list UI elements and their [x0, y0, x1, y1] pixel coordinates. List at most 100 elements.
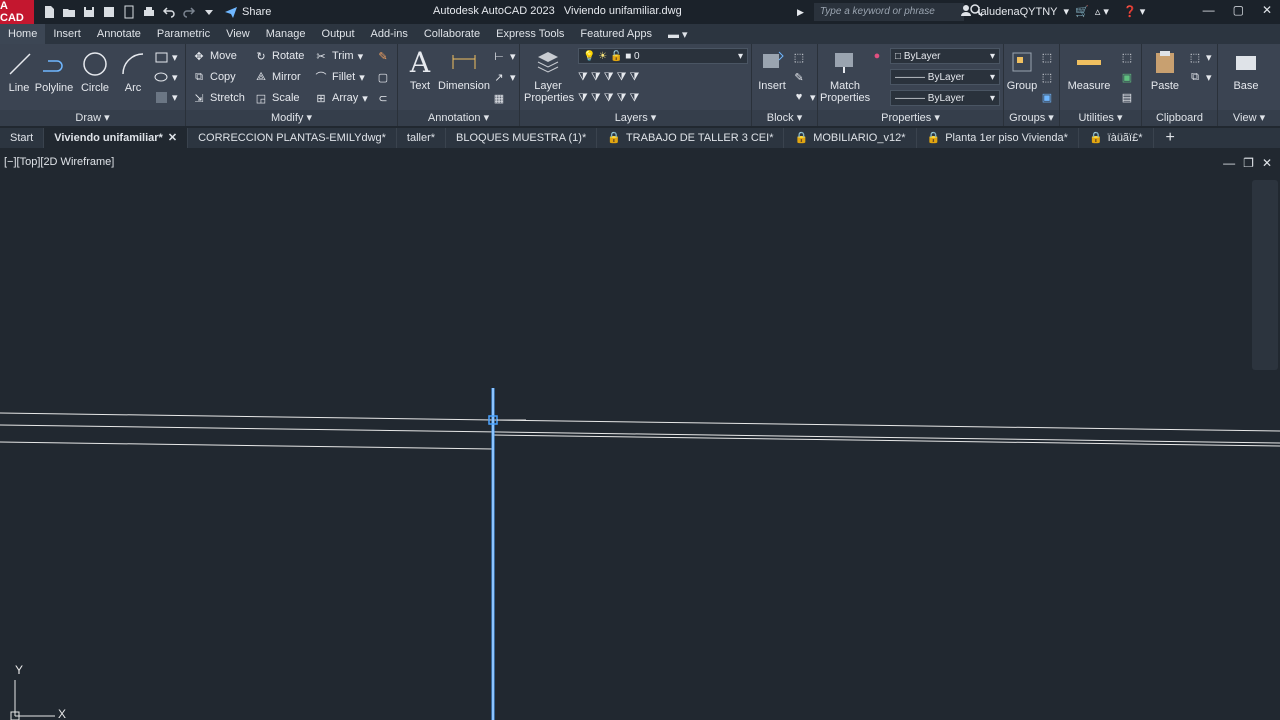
calculator-button[interactable]: ▤	[1120, 88, 1134, 106]
annotation-panel-title[interactable]: Annotation ▾	[398, 110, 519, 126]
create-block-button[interactable]: ⬚	[792, 48, 806, 66]
doc-tab[interactable]: 🔒 TRABAJO DE TALLER 3 CEI*	[597, 128, 785, 148]
offset-button[interactable]: ⊂	[376, 89, 390, 107]
rotate-button[interactable]: ↻ Rotate	[254, 47, 304, 65]
doc-tab[interactable]: 🔒 MOBILIARIO_v12*	[784, 128, 917, 148]
cart-icon[interactable]: ▾ 🛒	[1064, 5, 1089, 18]
base-button[interactable]: Base	[1226, 46, 1266, 92]
measure-button[interactable]: Measure	[1064, 46, 1114, 92]
mirror-button[interactable]: ⟁ Mirror	[254, 68, 301, 86]
autodesk-app-icon[interactable]: ▵ ▾	[1095, 5, 1109, 18]
save-icon[interactable]	[82, 5, 96, 19]
quick-select-button[interactable]: ⬚	[1120, 48, 1134, 66]
circle-button[interactable]: Circle	[78, 48, 112, 94]
drawing-canvas[interactable]: Y X	[0, 150, 1280, 720]
layer-properties-button[interactable]: Layer Properties	[524, 46, 574, 104]
search-expand-icon[interactable]: ▶	[797, 7, 804, 18]
tab-view[interactable]: View	[218, 28, 258, 40]
view-panel-title[interactable]: View ▾	[1218, 110, 1280, 126]
tab-add-ins[interactable]: Add-ins	[363, 28, 416, 40]
doc-tab[interactable]: 🔒 ïàüãï£*	[1079, 128, 1154, 148]
arc-button[interactable]: Arc	[116, 48, 150, 94]
clipboard-panel-title[interactable]: Clipboard	[1142, 110, 1217, 126]
color-wheel[interactable]: ●	[870, 47, 884, 65]
close-icon[interactable]: ✕	[1262, 3, 1272, 17]
polyline-button[interactable]: Polyline	[34, 48, 74, 94]
help-icon[interactable]: ❓ ▾	[1123, 5, 1145, 18]
move-button[interactable]: ✥ Move	[192, 47, 237, 65]
match-properties-button[interactable]: Match Properties	[820, 46, 870, 104]
doc-tab[interactable]: CORRECCION PLANTAS-EMILYdwg*	[188, 128, 397, 148]
new-tab-icon[interactable]: +	[1166, 129, 1175, 147]
tab-featured-apps[interactable]: Featured Apps	[572, 28, 660, 40]
ellipse-button[interactable]: ▾	[154, 68, 178, 86]
explode-button[interactable]: ▢	[376, 68, 390, 86]
array-button[interactable]: ⊞ Array ▾	[314, 89, 367, 107]
tab-annotate[interactable]: Annotate	[89, 28, 149, 40]
maximize-icon[interactable]: ▢	[1233, 3, 1244, 17]
share-button[interactable]: Share	[224, 5, 271, 19]
save-as-icon[interactable]	[102, 5, 116, 19]
doc-tab[interactable]: BLOQUES MUESTRA (1)*	[446, 128, 598, 148]
table-button[interactable]: ▦	[492, 89, 506, 107]
stretch-button[interactable]: ⇲ Stretch	[192, 89, 244, 107]
wall-line[interactable]	[0, 412, 494, 421]
insert-button[interactable]: Insert	[754, 46, 790, 92]
redo-icon[interactable]	[182, 5, 196, 19]
layers-panel-title[interactable]: Layers ▾	[520, 110, 751, 126]
open-icon[interactable]	[62, 5, 76, 19]
web-save-icon[interactable]	[122, 5, 136, 19]
new-icon[interactable]	[42, 5, 56, 19]
tab-parametric[interactable]: Parametric	[149, 28, 218, 40]
user-menu[interactable]: ialudenaQYTNY ▾ 🛒 ▵ ▾ ❓ ▾	[960, 4, 1145, 19]
trim-button[interactable]: ✂ Trim ▾	[314, 47, 363, 65]
tab-collaborate[interactable]: Collaborate	[416, 28, 488, 40]
utilities-panel-title[interactable]: Utilities ▾	[1060, 110, 1141, 126]
undo-icon[interactable]	[162, 5, 176, 19]
draw-panel-title[interactable]: Draw ▾	[0, 110, 185, 126]
search-input[interactable]: Type a keyword or phrase	[813, 3, 964, 21]
lineweight-dropdown[interactable]: ——— ByLayer ▾	[890, 90, 1000, 106]
doc-tab-start[interactable]: Start	[0, 128, 45, 148]
doc-tab-active[interactable]: Viviendo unifamiliar* ✕	[44, 128, 189, 148]
attribute-button[interactable]: ♥ ▾	[792, 88, 816, 106]
properties-panel-title[interactable]: Properties ▾	[818, 110, 1003, 126]
plot-icon[interactable]	[142, 5, 156, 19]
scale-button[interactable]: ◲ Scale	[254, 89, 300, 107]
tab-output[interactable]: Output	[314, 28, 363, 40]
block-panel-title[interactable]: Block ▾	[752, 110, 817, 126]
leader-button[interactable]: ↗ ▾	[492, 68, 515, 86]
copy-button[interactable]: ⧉ Copy	[192, 68, 236, 86]
doc-tab[interactable]: 🔒 Planta 1er piso Vivienda*	[917, 128, 1079, 148]
dimension-button[interactable]: Dimension	[438, 46, 490, 92]
group-edit-button[interactable]: ⬚	[1040, 68, 1054, 86]
group-select-button[interactable]: ▣	[1040, 88, 1054, 106]
layer-tools-row1[interactable]: ⧩ ⧩ ⧩ ⧩ ⧩	[578, 68, 639, 86]
fillet-button[interactable]: ⌒ Fillet ▾	[314, 68, 365, 86]
tab-home[interactable]: Home	[0, 24, 46, 44]
close-tab-icon[interactable]: ✕	[168, 128, 177, 148]
copy-clip-button[interactable]: ⧉ ▾	[1188, 68, 1211, 86]
linetype-dropdown[interactable]: ——— ByLayer ▾	[890, 69, 1000, 85]
wall-line[interactable]	[492, 419, 1280, 432]
app-logo[interactable]: A CAD	[0, 0, 34, 24]
color-dropdown[interactable]: □ ByLayer ▾	[890, 48, 1000, 64]
linear-dim-button[interactable]: ⊢ ▾	[492, 47, 515, 65]
customize-qat-icon[interactable]	[202, 5, 216, 19]
wall-line[interactable]	[0, 424, 1280, 444]
tab-express-tools[interactable]: Express Tools	[488, 28, 572, 40]
cut-button[interactable]: ⬚ ▾	[1188, 48, 1212, 66]
erase-button[interactable]: ✎	[376, 47, 390, 65]
rectangle-button[interactable]: ▾	[154, 48, 178, 66]
hatch-button[interactable]: ▾	[154, 88, 178, 106]
modify-panel-title[interactable]: Modify ▾	[186, 110, 397, 126]
tab-insert[interactable]: Insert	[45, 28, 89, 40]
doc-tab[interactable]: taller*	[397, 128, 447, 148]
wall-line[interactable]	[492, 434, 1280, 447]
edit-block-button[interactable]: ✎	[792, 68, 806, 86]
line-button[interactable]: Line	[4, 48, 34, 94]
select-all-button[interactable]: ▣	[1120, 68, 1134, 86]
groups-panel-title[interactable]: Groups ▾	[1004, 110, 1059, 126]
group-button[interactable]: Group	[1006, 46, 1038, 92]
tab-manage[interactable]: Manage	[258, 28, 314, 40]
